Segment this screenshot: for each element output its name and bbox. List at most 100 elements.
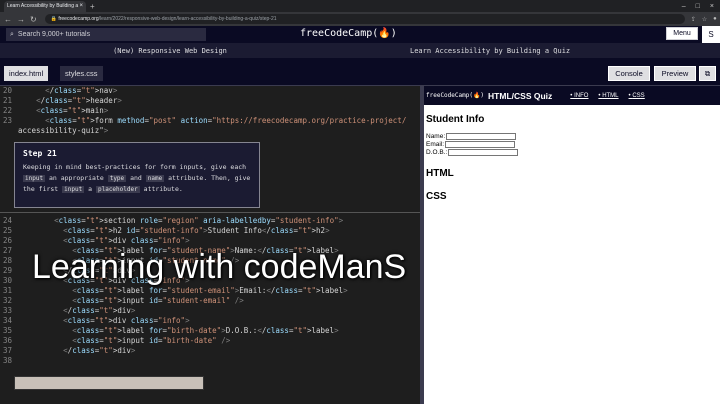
breadcrumb: (New) Responsive Web Design Learn Access… <box>0 43 720 58</box>
preview-heading-html: HTML <box>426 168 454 179</box>
breadcrumb-course[interactable]: (New) Responsive Web Design <box>0 47 340 55</box>
code-line[interactable]: 20 </class="t">nav> <box>0 86 420 96</box>
code-text[interactable]: <class="t">label for="student-email">Ema… <box>14 286 347 296</box>
preview-button[interactable]: Preview <box>654 66 696 81</box>
tab-styles-css[interactable]: styles.css <box>60 66 103 81</box>
menu-button[interactable]: Menu <box>666 27 698 40</box>
preview-link-css[interactable]: • CSS <box>629 93 645 99</box>
code-text[interactable] <box>14 356 18 366</box>
popout-button[interactable]: ⧉ <box>699 66 716 81</box>
code-line[interactable]: 38 <box>0 356 420 366</box>
code-line[interactable]: 22 <class="t">main> <box>0 106 420 116</box>
reload-icon[interactable]: ↻ <box>30 15 37 24</box>
preview-nav-links: • INFO • HTML • CSS <box>570 93 644 99</box>
share-icon[interactable]: ⇪ <box>691 16 696 23</box>
code-text[interactable]: accessibility-quiz"> <box>14 126 108 136</box>
url-field[interactable]: 🔒 freecodecamp.org /learn/2022/responsiv… <box>44 14 685 24</box>
line-number: 22 <box>2 106 12 115</box>
line-number: 27 <box>2 246 12 255</box>
sign-in-button[interactable]: S <box>702 26 720 43</box>
code-line[interactable]: 25 <class="t">h2 id="student-info">Stude… <box>0 226 420 236</box>
close-icon[interactable]: × <box>79 3 83 9</box>
code-line[interactable]: 32 <class="t">input id="student-email" /… <box>0 296 420 306</box>
line-number <box>0 126 14 136</box>
line-number: 37 <box>2 346 12 355</box>
code-text[interactable]: <class="t">input id="student-email" /> <box>14 296 244 306</box>
code-text[interactable]: <class="t">label for="birth-date">D.O.B.… <box>14 326 338 336</box>
line-number: 32 <box>2 296 12 305</box>
popout-icon: ⧉ <box>704 68 711 78</box>
preview-field-dob: D.O.B.: <box>426 148 718 156</box>
code-text[interactable]: <class="t">input id="birth-date" /> <box>14 336 230 346</box>
search-input[interactable]: ⌕ Search 9,000+ tutorials <box>6 28 206 41</box>
minimize-icon[interactable]: – <box>682 3 686 10</box>
code-line[interactable]: 34 <class="t">div class="info"> <box>0 316 420 326</box>
console-button[interactable]: Console <box>608 66 650 81</box>
code-line[interactable]: 36 <class="t">input id="birth-date" /> <box>0 336 420 346</box>
horizontal-scrollbar[interactable] <box>14 376 204 390</box>
code-line[interactable]: 21 </class="t">header> <box>0 96 420 106</box>
line-number: 29 <box>2 266 12 275</box>
video-caption: Learning with codeManS <box>32 248 407 286</box>
step-text: Keeping in mind best-practices for form … <box>23 163 251 193</box>
preview-heading-css: CSS <box>426 191 447 202</box>
profile-icon[interactable]: ● <box>713 16 717 23</box>
code-line[interactable]: 33 </class="t">div> <box>0 306 420 316</box>
line-number: 21 <box>2 96 12 105</box>
maximize-icon[interactable]: □ <box>696 3 700 10</box>
preview-logo: freeCodeCamp(🔥) <box>426 92 485 99</box>
preview-link-html[interactable]: • HTML <box>598 93 618 99</box>
line-number: 31 <box>2 286 12 295</box>
search-placeholder: Search 9,000+ tutorials <box>17 31 91 38</box>
back-icon[interactable]: ← <box>4 15 12 24</box>
forward-icon[interactable]: → <box>17 15 25 24</box>
breadcrumb-project[interactable]: Learn Accessibility by Building a Quiz <box>410 47 570 55</box>
code-bottom: 24 <class="t">section role="region" aria… <box>0 216 420 366</box>
preview-input-email[interactable] <box>445 140 516 148</box>
line-number: 26 <box>2 236 12 245</box>
url-domain: freecodecamp.org <box>58 16 99 22</box>
code-text[interactable]: <class="t">main> <box>14 106 108 116</box>
editor-separator <box>0 212 420 213</box>
code-editor[interactable]: 20 </class="t">nav> 21 </class="t">header… <box>0 86 420 404</box>
line-number: 28 <box>2 256 12 265</box>
preview-title: HTML/CSS Quiz <box>488 90 553 101</box>
fcc-logo[interactable]: freeCodeCamp(🔥) <box>300 28 397 39</box>
preview-heading-student-info: Student Info <box>426 114 485 125</box>
preview-link-info[interactable]: • INFO <box>570 93 588 99</box>
code-text[interactable]: <class="t">h2 id="student-info">Student … <box>14 226 329 236</box>
search-icon: ⌕ <box>10 30 14 38</box>
code-text[interactable]: <class="t">div class="info"> <box>14 236 189 246</box>
browser-tab[interactable]: Learn Accessibility by Building a × <box>4 0 86 12</box>
code-text[interactable]: <class="t">form method="post" action="ht… <box>14 116 406 126</box>
preview-input-dob[interactable] <box>448 148 519 156</box>
preview-body: Student Info Name: Email: D.O.B.: HTML C… <box>424 105 720 218</box>
fcc-header: ⌕ Search 9,000+ tutorials freeCodeCamp(🔥… <box>0 26 720 43</box>
tab-index-html[interactable]: index.html <box>4 66 49 81</box>
lock-icon: 🔒 <box>50 16 59 22</box>
preview-input-name[interactable] <box>446 132 517 140</box>
code-line[interactable]: 31 <class="t">label for="student-email">… <box>0 286 420 296</box>
new-tab-icon[interactable]: + <box>90 2 95 11</box>
line-number: 35 <box>2 326 12 335</box>
close-window-icon[interactable]: × <box>710 3 714 10</box>
code-line[interactable]: 37 </class="t">div> <box>0 346 420 356</box>
line-number: 20 <box>2 86 12 95</box>
code-text[interactable]: <class="t">div class="info"> <box>14 316 189 326</box>
address-bar-row: ← → ↻ 🔒 freecodecamp.org /learn/2022/res… <box>0 12 720 26</box>
line-number: 30 <box>2 276 12 285</box>
code-text[interactable]: </class="t">header> <box>14 96 122 106</box>
code-text[interactable]: </class="t">div> <box>14 306 135 316</box>
code-text[interactable]: </class="t">div> <box>14 346 135 356</box>
nav-buttons: ← → ↻ <box>0 15 37 24</box>
code-line[interactable]: 24 <class="t">section role="region" aria… <box>0 216 420 226</box>
star-icon[interactable]: ☆ <box>702 16 707 23</box>
line-number: 23 <box>2 116 12 125</box>
code-line[interactable]: 35 <class="t">label for="birth-date">D.O… <box>0 326 420 336</box>
code-text[interactable]: </class="t">nav> <box>14 86 117 96</box>
code-line[interactable]: 26 <class="t">div class="info"> <box>0 236 420 246</box>
code-line[interactable]: 23 <class="t">form method="post" action=… <box>0 116 420 126</box>
code-text[interactable]: <class="t">section role="region" aria-la… <box>14 216 343 226</box>
code-line[interactable]: accessibility-quiz"> <box>0 126 420 136</box>
editor-toolbar: index.html styles.css Console Preview ⧉ <box>0 58 720 86</box>
